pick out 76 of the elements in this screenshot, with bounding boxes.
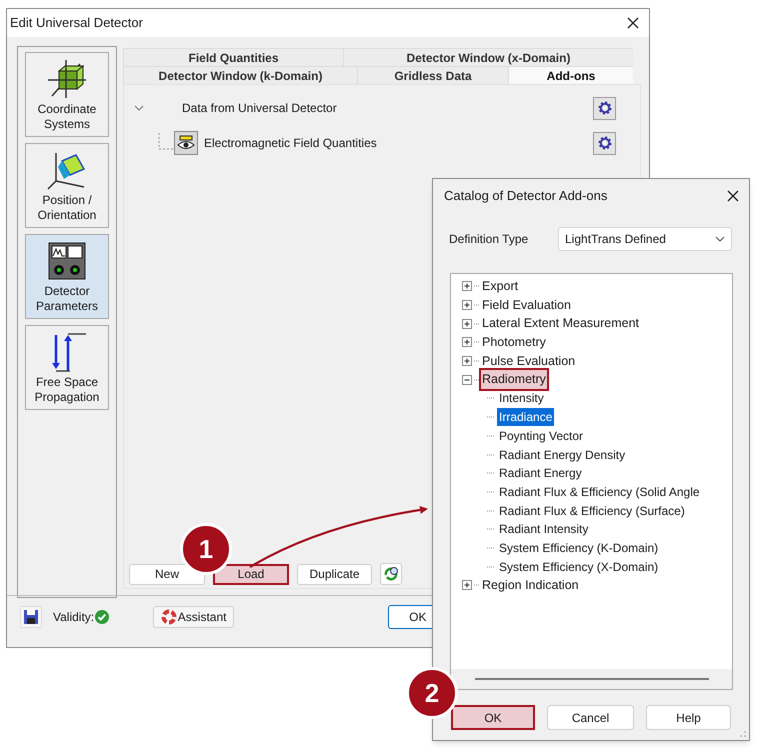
tree-item[interactable]: Data from Universal Detector bbox=[182, 99, 593, 117]
refresh-icon bbox=[383, 566, 399, 582]
tree-connector-icon bbox=[487, 546, 495, 549]
validity-label: Validity: bbox=[53, 608, 94, 626]
axes-icon bbox=[46, 58, 88, 100]
tree-item[interactable]: Electromagnetic Field Quantities bbox=[204, 134, 593, 152]
dropdown[interactable]: LightTrans Defined bbox=[558, 227, 732, 251]
gear-icon bbox=[596, 135, 612, 151]
tree-connector-icon bbox=[474, 322, 480, 325]
button[interactable]: New bbox=[129, 564, 205, 584]
lifebuoy-icon bbox=[160, 608, 177, 624]
tree-item[interactable]: Export bbox=[481, 276, 520, 296]
button[interactable]: Help bbox=[646, 705, 731, 730]
tree-item[interactable]: Radiant Energy bbox=[497, 464, 584, 482]
sidebar-item[interactable]: Position / Orientation bbox=[25, 143, 109, 228]
tree-item[interactable]: Radiometry bbox=[481, 370, 547, 390]
resize-grip-icon bbox=[739, 730, 747, 738]
save-button[interactable] bbox=[20, 606, 42, 628]
tree-item[interactable]: System Efficiency (X-Domain) bbox=[497, 558, 660, 576]
floppy-icon bbox=[23, 608, 39, 624]
button[interactable]: Load bbox=[213, 564, 289, 584]
sidebar-item[interactable]: Free Space Propagation bbox=[25, 325, 109, 410]
tree-connector-icon bbox=[474, 378, 480, 381]
tree-connector-icon bbox=[487, 472, 495, 474]
button[interactable]: Duplicate bbox=[297, 564, 372, 584]
tree-connector-icon bbox=[487, 434, 495, 437]
tree-connector-icon bbox=[474, 341, 480, 344]
tree-connector-icon bbox=[487, 397, 495, 400]
tree-connector-icon bbox=[487, 454, 495, 456]
tree-item[interactable]: Intensity bbox=[497, 389, 546, 408]
field-label: Definition Type bbox=[449, 231, 530, 248]
tree-item[interactable]: Lateral Extent Measurement bbox=[481, 314, 640, 334]
tree-connector-icon bbox=[474, 285, 480, 288]
tree-connector-icon bbox=[487, 528, 495, 530]
assistant-button[interactable]: Assistant bbox=[153, 606, 234, 628]
button[interactable]: OK bbox=[451, 705, 535, 730]
tree-connector-icon bbox=[487, 490, 495, 493]
step-badge: 2 bbox=[406, 667, 458, 719]
tab[interactable]: Detector Window (k-Domain) bbox=[123, 66, 357, 84]
ok-button[interactable]: OK bbox=[388, 604, 432, 628]
tree-item[interactable]: Radiant Intensity bbox=[497, 520, 590, 538]
close-icon bbox=[627, 17, 639, 29]
tree-connector-icon bbox=[487, 510, 495, 512]
tab[interactable]: Add-ons bbox=[508, 66, 633, 84]
tree-item[interactable]: Poynting Vector bbox=[497, 426, 586, 445]
refresh-button[interactable] bbox=[380, 563, 402, 585]
tab[interactable]: Gridless Data bbox=[357, 66, 508, 84]
tree-item[interactable]: Region Indication bbox=[481, 576, 580, 595]
tree-item[interactable]: Radiant Energy Density bbox=[497, 446, 628, 464]
tab[interactable]: Field Quantities bbox=[123, 48, 343, 66]
tree-item[interactable]: Radiant Flux & Efficiency (Solid Angle bbox=[497, 482, 702, 501]
detector-icon bbox=[46, 240, 88, 282]
tree-item[interactable]: Pulse Evaluation bbox=[481, 352, 576, 370]
tree-connector-icon bbox=[487, 566, 495, 568]
tree-item[interactable]: Field Evaluation bbox=[481, 296, 572, 314]
tree-item[interactable]: Irradiance bbox=[497, 408, 554, 426]
tree-item[interactable]: System Efficiency (K-Domain) bbox=[497, 538, 660, 557]
tab[interactable]: Detector Window (x-Domain) bbox=[343, 48, 633, 66]
tree-connector-icon bbox=[474, 360, 480, 362]
scrollbar[interactable] bbox=[451, 669, 732, 689]
tree-item[interactable]: Photometry bbox=[481, 333, 547, 352]
close-icon bbox=[727, 190, 739, 202]
window-title: Catalog of Detector Add-ons bbox=[444, 186, 608, 205]
window-title: Edit Universal Detector bbox=[10, 14, 143, 32]
settings-button[interactable] bbox=[593, 132, 616, 154]
eye-icon bbox=[174, 131, 198, 155]
settings-button[interactable] bbox=[593, 96, 616, 120]
tree-connector-icon bbox=[474, 304, 480, 306]
sidebar-item[interactable]: Detector Parameters bbox=[25, 234, 109, 319]
button[interactable]: Cancel bbox=[547, 705, 634, 730]
gear-icon bbox=[596, 100, 612, 116]
chevron-down-icon bbox=[715, 236, 725, 242]
sidebar-item[interactable]: Coordinate Systems bbox=[25, 52, 109, 137]
tree-item[interactable]: Radiant Flux & Efficiency (Surface) bbox=[497, 502, 687, 520]
tree-connector-icon bbox=[474, 584, 480, 586]
tree-connector-icon bbox=[487, 416, 495, 418]
